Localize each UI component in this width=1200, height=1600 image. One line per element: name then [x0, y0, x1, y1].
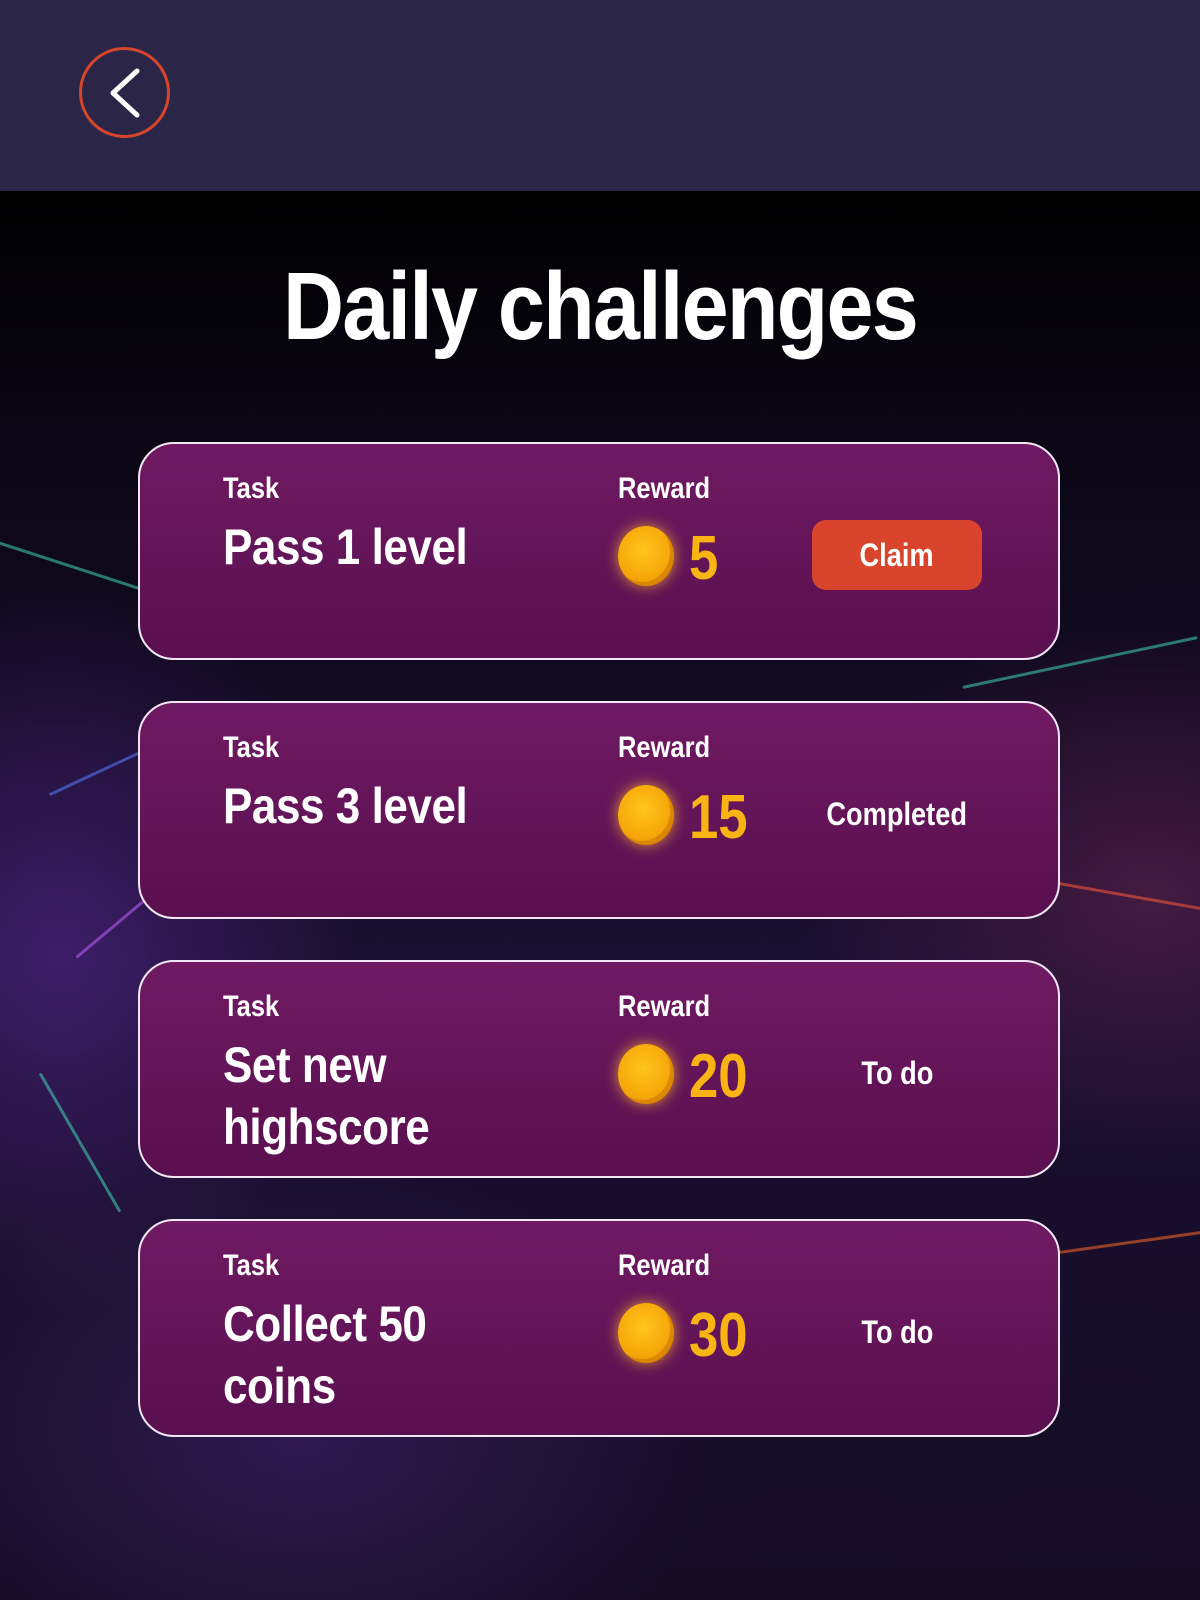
task-description: Set new highscore: [223, 1037, 430, 1155]
coin-icon: [618, 526, 674, 586]
reward-amount: 20: [689, 1042, 748, 1111]
claim-button[interactable]: Claim: [812, 520, 982, 590]
challenge-card: Task Pass 1 level Reward 5 Claim: [138, 442, 1060, 660]
reward-amount: 30: [689, 1301, 748, 1370]
reward-label: Reward: [618, 1249, 711, 1282]
challenge-card: Task Set new highscore Reward 20 To do: [138, 960, 1060, 1178]
status-text: To do: [812, 1038, 982, 1108]
task-label: Task: [223, 731, 280, 764]
chevron-left-icon: [110, 68, 139, 117]
task-label: Task: [223, 1249, 280, 1282]
task-description: Pass 3 level: [223, 778, 468, 834]
coin-icon: [618, 785, 674, 845]
status-text: Completed: [812, 779, 982, 849]
claim-button-label: Claim: [859, 536, 935, 573]
challenge-card: Task Collect 50 coins Reward 30 To do: [138, 1219, 1060, 1437]
task-label: Task: [223, 990, 280, 1023]
challenge-card: Task Pass 3 level Reward 15 Completed: [138, 701, 1060, 919]
reward-amount: 5: [689, 524, 719, 593]
task-description: Collect 50 coins: [223, 1296, 427, 1414]
coin-icon: [618, 1044, 674, 1104]
status-text: To do: [812, 1297, 982, 1367]
back-button[interactable]: [79, 47, 170, 138]
reward-label: Reward: [618, 472, 711, 505]
status-label: Completed: [826, 795, 968, 832]
coin-icon: [618, 1303, 674, 1363]
reward-label: Reward: [618, 731, 711, 764]
status-label: To do: [860, 1054, 933, 1091]
status-label: To do: [860, 1313, 933, 1350]
top-bar: [0, 0, 1200, 191]
reward-amount: 15: [689, 783, 748, 852]
reward-label: Reward: [618, 990, 711, 1023]
task-description: Pass 1 level: [223, 519, 468, 575]
page-title: Daily challenges: [283, 253, 919, 360]
task-label: Task: [223, 472, 280, 505]
